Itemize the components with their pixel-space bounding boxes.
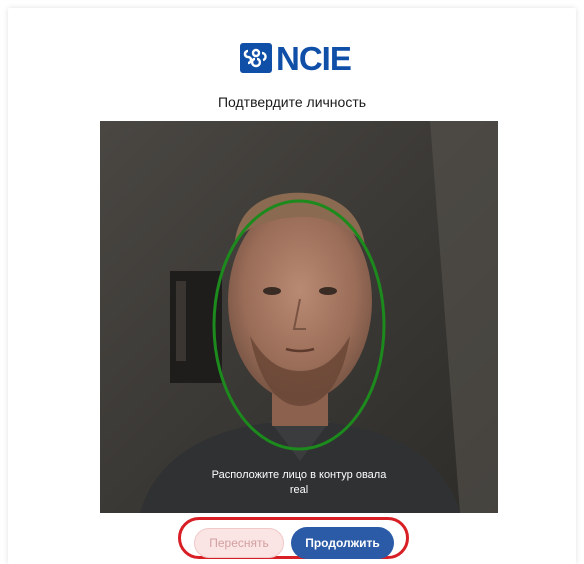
hint-liveness-status: real	[289, 484, 309, 496]
retake-button[interactable]: Переснять	[194, 528, 284, 558]
page-title: Подтвердите личность	[217, 94, 367, 110]
ncie-logo-icon	[240, 43, 272, 73]
camera-preview	[100, 121, 498, 513]
hint-instruction: Расположите лицо в контур овала	[211, 469, 387, 481]
ncie-logo: NCIE	[240, 38, 352, 78]
logo-text: NCIE	[276, 39, 352, 77]
continue-button[interactable]: Продолжить	[291, 527, 394, 559]
camera-hint: Расположите лицо в контур овала real	[100, 468, 498, 498]
camera-frame	[100, 121, 498, 513]
page: NCIE Подтвердите личность Расположите ли…	[0, 0, 584, 564]
